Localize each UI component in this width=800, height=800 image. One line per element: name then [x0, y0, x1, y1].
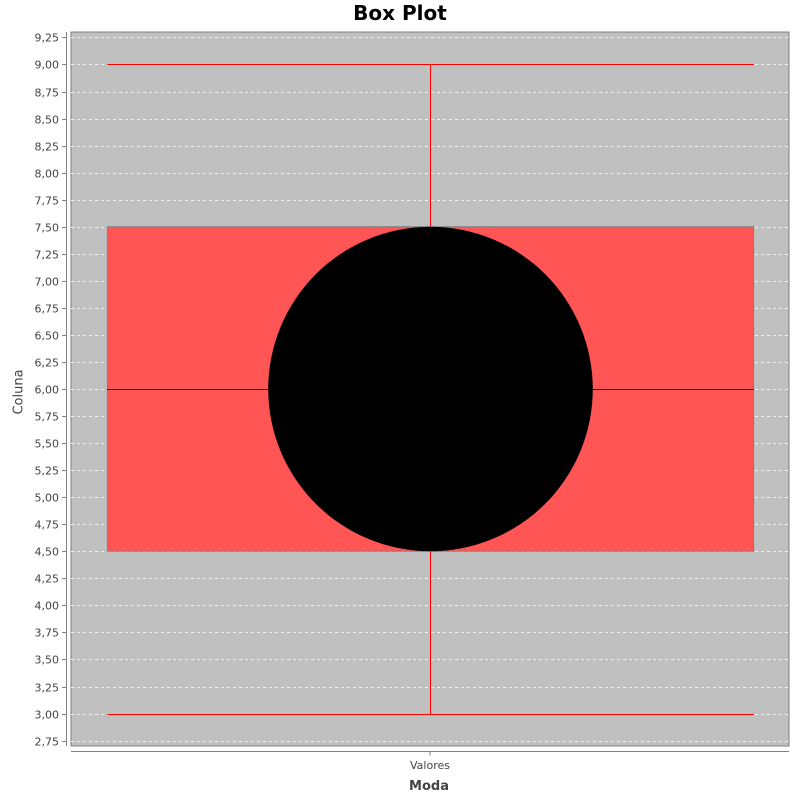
y-tick-label: 4,25 — [35, 573, 60, 586]
y-tick-label: 8,75 — [35, 87, 60, 100]
x-tick-label: Valores — [410, 759, 450, 772]
y-tick-label: 5,00 — [35, 492, 60, 505]
y-tick-label: 2,75 — [35, 736, 60, 749]
y-tick-label: 9,25 — [35, 32, 60, 45]
y-tick-label: 8,25 — [35, 141, 60, 154]
y-tick-label: 5,50 — [35, 438, 60, 451]
y-tick-label: 8,50 — [35, 114, 60, 127]
y-tick-label: 6,50 — [35, 330, 60, 343]
y-tick-label: 6,25 — [35, 357, 60, 370]
y-axis: 2,75 3,00 3,25 3,50 3,75 4,00 4,25 4,50 4,75 5,00… — [35, 32, 67, 749]
y-tick-label: 7,50 — [35, 222, 60, 235]
y-tick-label: 8,00 — [35, 168, 60, 181]
y-tick-label: 5,75 — [35, 411, 60, 424]
y-tick-label: 4,75 — [35, 519, 60, 532]
y-tick-label: 6,75 — [35, 303, 60, 316]
y-tick-label: 6,00 — [35, 384, 60, 397]
y-tick-label: 5,25 — [35, 465, 60, 478]
y-tick-label: 9,00 — [35, 59, 60, 72]
y-tick-label: 7,00 — [35, 276, 60, 289]
y-tick-label: 4,00 — [35, 600, 60, 613]
mean-marker — [268, 226, 593, 552]
y-tick-label: 7,25 — [35, 249, 60, 262]
y-tick-label: 3,25 — [35, 682, 60, 695]
y-tick-label: 7,75 — [35, 195, 60, 208]
y-tick-label: 3,75 — [35, 627, 60, 640]
box-plot-chart: 2,75 3,00 3,25 3,50 3,75 4,00 4,25 4,50 4,75 5,00… — [35, 31, 790, 772]
y-tick-label: 4,50 — [35, 546, 60, 559]
y-tick-label: 3,50 — [35, 654, 60, 667]
x-axis: Valores — [71, 751, 789, 772]
y-tick-label: 3,00 — [35, 709, 60, 722]
